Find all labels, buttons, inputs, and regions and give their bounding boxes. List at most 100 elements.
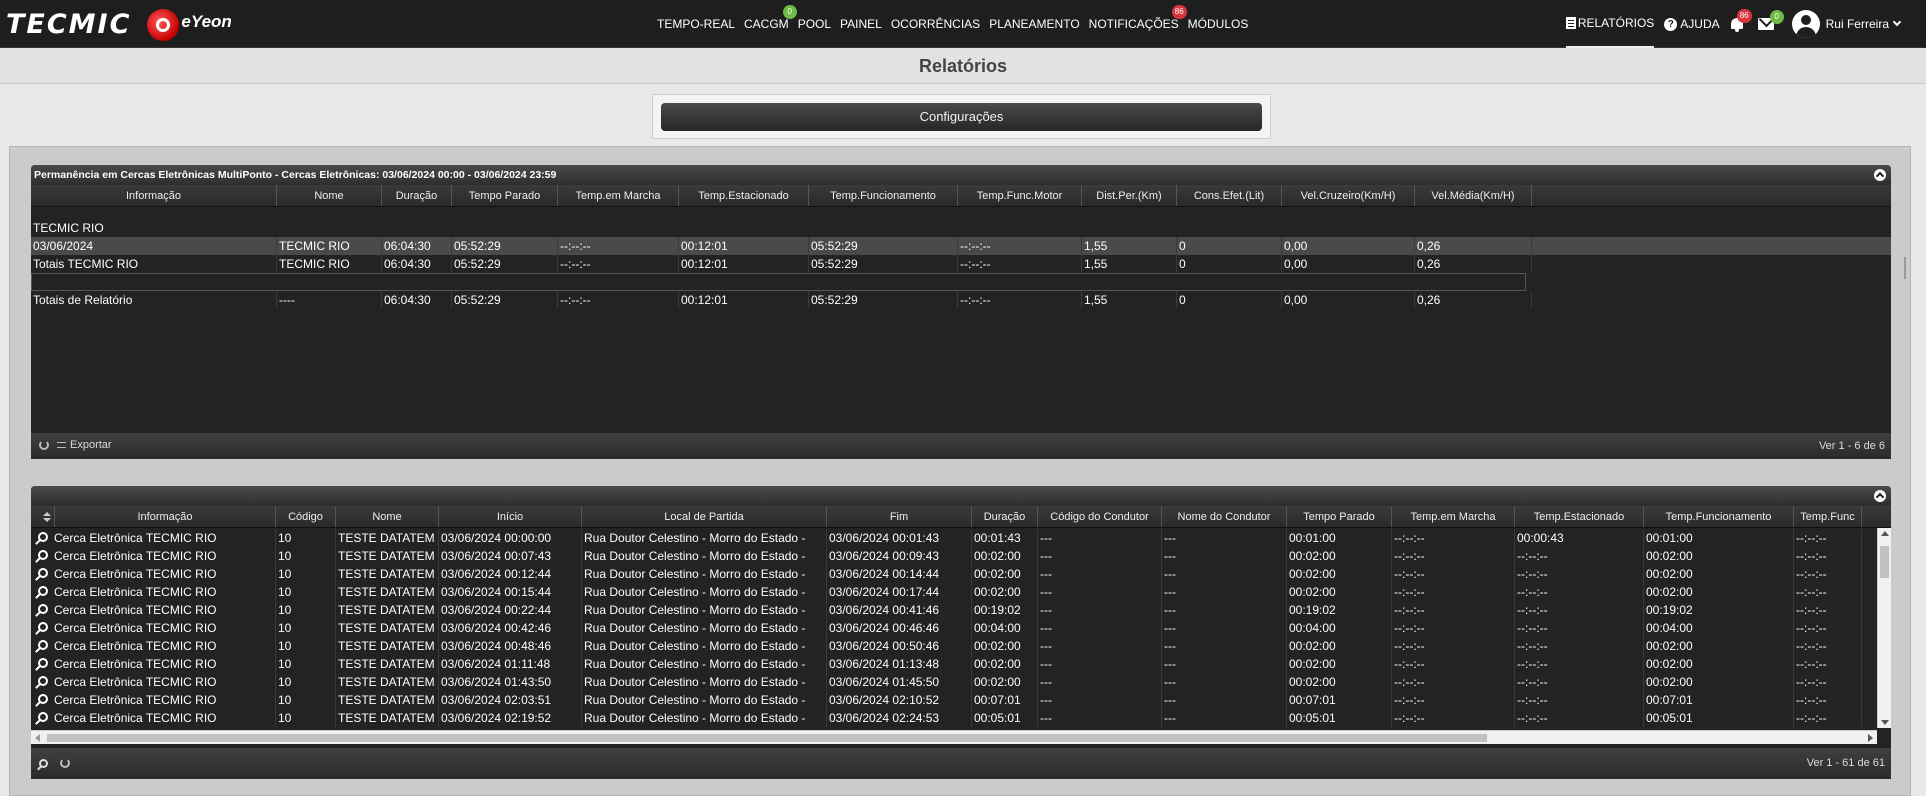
notifications-bell[interactable]: 86 xyxy=(1730,8,1752,32)
table-row[interactable]: Cerca Eletrônica TECMIC RIO 10 TESTE DATAT… xyxy=(31,547,1891,565)
table-cell: --:--:-- xyxy=(1515,691,1644,709)
table-row[interactable]: Cerca Eletrônica TECMIC RIO 10 TESTE DATAT… xyxy=(31,529,1891,547)
table-cell: 06:04:30 xyxy=(382,237,452,255)
search-icon[interactable] xyxy=(34,675,48,689)
group-row[interactable]: TECMIC RIO xyxy=(31,219,1891,237)
table-cell: Rua Doutor Celestino - Morro do Estado - xyxy=(582,529,827,547)
table-row[interactable]: Cerca Eletrônica TECMIC RIO 10 TESTE DATAT… xyxy=(31,601,1891,619)
refresh-icon[interactable] xyxy=(60,758,70,768)
horizontal-scrollbar[interactable] xyxy=(31,730,1877,744)
table-row[interactable]: Cerca Eletrônica TECMIC RIO 10 TESTE DATAT… xyxy=(31,673,1891,691)
search-icon[interactable] xyxy=(34,639,48,653)
user-dropdown[interactable]: Rui Ferreira xyxy=(1791,10,1902,38)
search-icon[interactable] xyxy=(34,567,48,581)
detail-column-header[interactable]: Tempo Parado xyxy=(1287,506,1392,527)
table-cell: 03/06/2024 xyxy=(31,237,277,255)
search-icon[interactable] xyxy=(34,711,48,725)
summary-column-header[interactable]: Cons.Efet.(Lit) xyxy=(1177,185,1282,206)
summary-column-header[interactable]: Informação xyxy=(31,185,277,206)
summary-column-header[interactable]: Vel.Média(Km/H) xyxy=(1415,185,1532,206)
vertical-scrollbar[interactable] xyxy=(1877,528,1891,728)
scroll-down-arrow-icon[interactable] xyxy=(1881,720,1889,725)
summary-column-header[interactable]: Temp.Funcionamento xyxy=(809,185,958,206)
nav-item-5[interactable]: PLANEAMENTO xyxy=(989,17,1079,31)
nav-item-0[interactable]: TEMPO-REAL xyxy=(657,17,735,31)
search-icon[interactable] xyxy=(34,693,48,707)
detail-column-header[interactable]: Nome do Condutor xyxy=(1162,506,1287,527)
table-cell: Cerca Eletrônica TECMIC RIO xyxy=(52,601,276,619)
summary-column-header[interactable]: Temp.Estacionado xyxy=(679,185,809,206)
table-row[interactable]: Cerca Eletrônica TECMIC RIO 10 TESTE DATAT… xyxy=(31,709,1891,727)
table-cell: --:--:-- xyxy=(1794,673,1862,691)
search-icon[interactable] xyxy=(34,585,48,599)
search-icon[interactable] xyxy=(34,621,48,635)
table-row[interactable]: Cerca Eletrônica TECMIC RIO 10 TESTE DATAT… xyxy=(31,637,1891,655)
table-row[interactable]: Cerca Eletrônica TECMIC RIO 10 TESTE DATAT… xyxy=(31,565,1891,583)
summary-column-header[interactable]: Duração xyxy=(382,185,452,206)
sort-toggle[interactable] xyxy=(31,506,55,527)
nav-item-2[interactable]: POOL xyxy=(798,17,831,31)
scroll-thumb[interactable] xyxy=(1880,546,1889,578)
refresh-icon[interactable] xyxy=(39,440,49,450)
search-icon[interactable] xyxy=(34,531,48,545)
table-row[interactable]: Totais de Relatório ---- 06:04:30 05:52:29-… xyxy=(31,291,1891,309)
detail-column-header[interactable]: Código do Condutor xyxy=(1038,506,1162,527)
table-cell: Cerca Eletrônica TECMIC RIO xyxy=(52,547,276,565)
collapse-icon[interactable] xyxy=(1874,169,1886,181)
table-cell: 00:01:00 xyxy=(1287,529,1392,547)
summary-column-header[interactable]: Dist.Per.(Km) xyxy=(1082,185,1177,206)
table-row[interactable]: 03/06/2024 TECMIC RIO 06:04:30 05:52:29 --:-… xyxy=(31,237,1891,255)
summary-column-header[interactable]: Temp.em Marcha xyxy=(558,185,679,206)
detail-column-header[interactable]: Nome xyxy=(336,506,439,527)
table-cell: 0 xyxy=(1177,255,1282,273)
detail-column-header[interactable]: Temp.Func xyxy=(1794,506,1862,527)
nav-item-3[interactable]: PAINEL xyxy=(840,17,882,31)
brand-logos[interactable]: TECMIC eYeon xyxy=(6,9,232,41)
nav-item-4[interactable]: OCORRÊNCIAS xyxy=(891,17,980,31)
detail-column-header[interactable]: Temp.em Marcha xyxy=(1392,506,1515,527)
summary-column-header[interactable]: Vel.Cruzeiro(Km/H) xyxy=(1282,185,1415,206)
table-cell: 0,00 xyxy=(1282,237,1415,255)
detail-column-header[interactable]: Temp.Funcionamento xyxy=(1644,506,1794,527)
table-row[interactable]: Cerca Eletrônica TECMIC RIO 10 TESTE DATAT… xyxy=(31,619,1891,637)
nav-item-1[interactable]: CACGM 0 xyxy=(744,5,797,31)
search-icon[interactable] xyxy=(39,758,48,768)
scroll-left-arrow-icon[interactable] xyxy=(35,734,40,742)
detail-column-header[interactable]: Duração xyxy=(972,506,1038,527)
table-cell: --- xyxy=(1038,655,1162,673)
scroll-up-arrow-icon[interactable] xyxy=(1881,531,1889,536)
scroll-right-arrow-icon[interactable] xyxy=(1868,734,1873,742)
nav-item-6[interactable]: NOTIFICAÇÕES 86 xyxy=(1089,5,1187,31)
search-icon[interactable] xyxy=(34,603,48,617)
scroll-thumb-horizontal[interactable] xyxy=(47,734,1487,742)
table-row[interactable]: Totais TECMIC RIO TECMIC RIO 06:04:30 05:52… xyxy=(31,255,1891,273)
configurations-button[interactable]: Configurações xyxy=(661,103,1262,131)
table-cell: 06:04:30 xyxy=(382,291,452,309)
summary-column-header[interactable]: Temp.Func.Motor xyxy=(958,185,1082,206)
table-cell: 03/06/2024 00:07:43 xyxy=(439,547,582,565)
messages-button[interactable]: 0 xyxy=(1757,10,1784,30)
table-cell: 00:02:00 xyxy=(1287,637,1392,655)
detail-column-header[interactable]: Fim xyxy=(827,506,972,527)
nav-help[interactable]: ? AJUDA xyxy=(1664,17,1720,31)
table-cell: TESTE DATATEM - xyxy=(338,655,439,673)
collapse-icon[interactable] xyxy=(1874,490,1886,502)
detail-column-header[interactable]: Informação xyxy=(55,506,276,527)
detail-column-header[interactable]: Local de Partida xyxy=(582,506,827,527)
resize-handle[interactable] xyxy=(1904,257,1910,279)
search-icon[interactable] xyxy=(34,657,48,671)
table-cell: 10 xyxy=(276,637,336,655)
nav-item-7[interactable]: MÓDULOS xyxy=(1188,17,1249,31)
nav-reports[interactable]: RELATÓRIOS xyxy=(1565,0,1655,48)
detail-column-header[interactable]: Temp.Estacionado xyxy=(1515,506,1644,527)
table-row[interactable]: Cerca Eletrônica TECMIC RIO 10 TESTE DATAT… xyxy=(31,655,1891,673)
detail-column-header[interactable]: Código xyxy=(276,506,336,527)
summary-column-header[interactable]: Tempo Parado xyxy=(452,185,558,206)
table-row[interactable]: Cerca Eletrônica TECMIC RIO 10 TESTE DATAT… xyxy=(31,583,1891,601)
table-cell: Cerca Eletrônica TECMIC RIO xyxy=(52,583,276,601)
search-icon[interactable] xyxy=(34,549,48,563)
export-button[interactable]: Exportar xyxy=(70,439,112,451)
summary-column-header[interactable]: Nome xyxy=(277,185,382,206)
detail-column-header[interactable]: Início xyxy=(439,506,582,527)
table-row[interactable]: Cerca Eletrônica TECMIC RIO 10 TESTE DATAT… xyxy=(31,691,1891,709)
